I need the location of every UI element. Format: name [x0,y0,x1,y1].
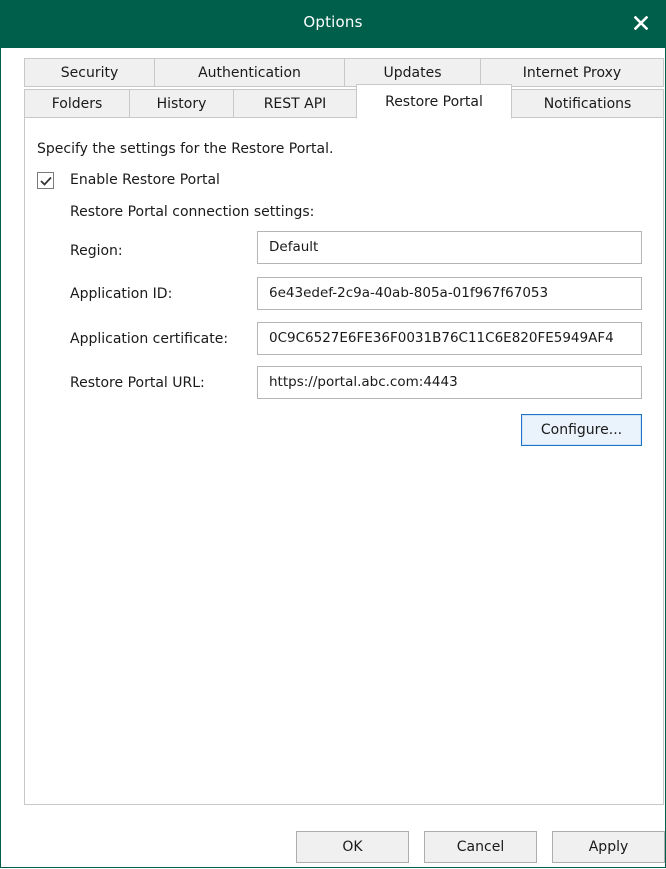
tab-restore-portal[interactable]: Restore Portal [356,84,512,119]
configure-button[interactable]: Configure... [521,414,642,446]
tab-internet-proxy[interactable]: Internet Proxy [480,58,664,87]
restore-portal-url-label: Restore Portal URL: [70,375,205,391]
tab-label: Folders [51,95,103,112]
tab-label: Updates [383,64,442,81]
tab-security[interactable]: Security [24,58,155,87]
checkmark-icon [39,176,52,186]
connection-settings-heading: Restore Portal connection settings: [70,204,315,220]
tab-history[interactable]: History [129,89,234,118]
tab-label: Security [60,64,119,81]
tab-label: Notifications [543,95,632,112]
application-certificate-label: Application certificate: [70,331,229,347]
tab-label: Internet Proxy [522,64,622,81]
apply-button[interactable]: Apply [552,831,665,863]
panel-description: Specify the settings for the Restore Por… [37,141,334,157]
tab-authentication[interactable]: Authentication [154,58,345,87]
cancel-button[interactable]: Cancel [424,831,537,863]
region-label: Region: [70,243,123,259]
restore-portal-url-field[interactable]: https://portal.abc.com:4443 [257,366,642,399]
options-dialog: Options Security Authentication Updates … [0,0,666,868]
tab-label: REST API [263,95,327,112]
application-id-label: Application ID: [70,286,173,302]
close-button[interactable] [626,8,656,38]
tab-rest-api[interactable]: REST API [233,89,357,118]
tab-label: History [156,95,207,112]
application-certificate-field[interactable]: 0C9C6527E6FE36F0031B76C11C6E820FE5949AF4 [257,322,642,355]
enable-restore-portal-checkbox[interactable] [37,172,54,189]
ok-button[interactable]: OK [296,831,409,863]
tab-updates[interactable]: Updates [344,58,481,87]
region-field[interactable]: Default [257,231,642,264]
restore-portal-panel [24,117,664,805]
tab-label: Restore Portal [385,93,483,110]
application-id-field[interactable]: 6e43edef-2c9a-40ab-805a-01f967f67053 [257,277,642,310]
close-icon [634,16,648,30]
title-bar: Options [0,0,666,48]
tab-notifications[interactable]: Notifications [511,89,664,118]
tab-folders[interactable]: Folders [24,89,130,118]
enable-restore-portal-label[interactable]: Enable Restore Portal [70,172,220,188]
window-title: Options [303,13,363,31]
tab-label: Authentication [198,64,301,81]
